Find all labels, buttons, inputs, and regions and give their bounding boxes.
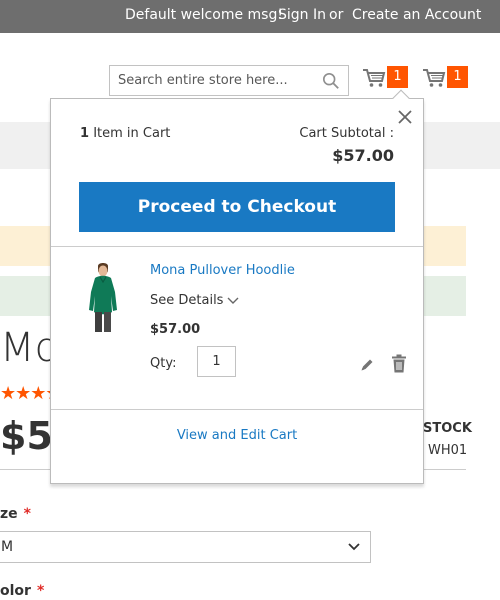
size-select-value: M — [1, 539, 14, 555]
search-box — [109, 65, 349, 96]
stock-status: STOCK — [423, 421, 472, 436]
subtotal-label: Cart Subtotal : — [299, 126, 394, 141]
chevron-down-icon — [348, 543, 360, 551]
divider — [51, 246, 423, 247]
product-thumbnail[interactable] — [81, 262, 125, 334]
sign-in-link[interactable]: Sign In — [278, 7, 326, 23]
chevron-down-icon — [227, 297, 239, 304]
color-label-text: olor — [0, 583, 31, 599]
qty-input[interactable] — [197, 346, 236, 377]
cart-count-badge: 1 — [447, 66, 468, 88]
product-name-link[interactable]: Mona Pullover Hoodlie — [150, 263, 295, 278]
product-sku: WH01 — [428, 443, 468, 458]
welcome-message: Default welcome msg! — [125, 7, 283, 23]
see-details-toggle[interactable]: See Details — [150, 293, 239, 308]
proceed-to-checkout-button[interactable]: Proceed to Checkout — [79, 182, 395, 232]
size-label-text: ze — [0, 506, 18, 522]
cart-icon — [363, 69, 386, 87]
divider — [51, 409, 423, 410]
cart-count-badge: 1 — [387, 66, 408, 88]
dropdown-caret — [392, 89, 410, 107]
close-icon[interactable] — [396, 108, 414, 126]
cart-icon — [423, 69, 446, 87]
item-price: $57.00 — [150, 322, 201, 337]
view-and-edit-cart-link[interactable]: View and Edit Cart — [51, 428, 423, 443]
see-details-label: See Details — [150, 293, 224, 308]
item-count-text: Item in Cart — [93, 126, 171, 141]
required-marker: * — [23, 506, 31, 522]
search-icon[interactable] — [322, 72, 340, 90]
qty-label: Qty: — [150, 356, 177, 371]
create-account-link[interactable]: Create an Account — [352, 7, 481, 23]
size-option-label: ze * — [0, 506, 31, 522]
top-header-bar: Default welcome msg! Sign In or Create a… — [0, 0, 500, 33]
cart-item-count: 1 Item in Cart — [80, 126, 170, 141]
size-select[interactable]: M — [0, 531, 371, 563]
required-marker: * — [36, 583, 45, 599]
search-input[interactable] — [110, 66, 310, 95]
or-separator: or — [329, 7, 344, 23]
item-count-number: 1 — [80, 126, 90, 141]
color-option-label: olor * — [0, 583, 44, 599]
subtotal-value: $57.00 — [332, 146, 394, 165]
minicart-dropdown: 1 Item in Cart Cart Subtotal : $57.00 Pr… — [50, 89, 424, 484]
pencil-icon[interactable] — [359, 357, 375, 373]
trash-icon[interactable] — [391, 354, 407, 373]
